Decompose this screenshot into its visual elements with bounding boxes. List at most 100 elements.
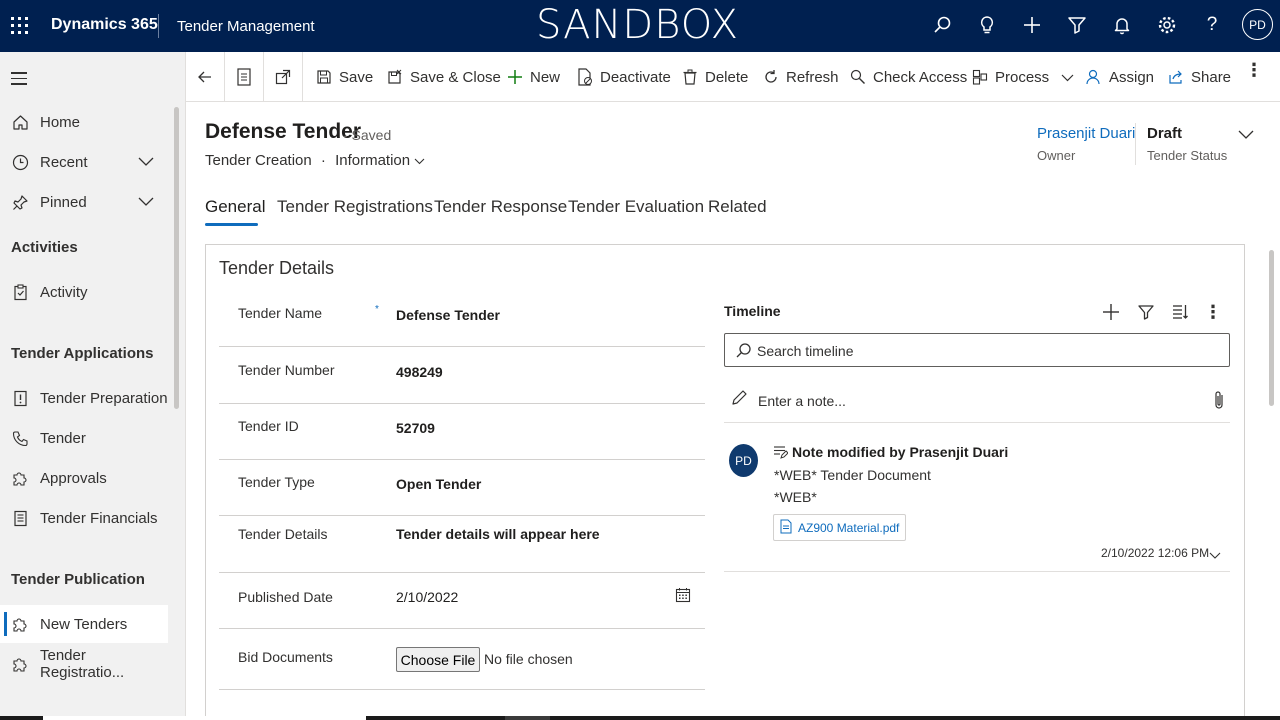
form-name[interactable]: Information [335, 152, 410, 169]
add-icon[interactable] [1101, 302, 1121, 322]
refresh-button[interactable]: Refresh [762, 66, 839, 88]
menu-toggle-icon[interactable] [11, 72, 27, 89]
share-button[interactable]: Share [1167, 66, 1231, 88]
sidebar-item-home[interactable]: Home [0, 103, 168, 141]
bell-icon[interactable] [1109, 12, 1135, 38]
app-name[interactable]: Tender Management [177, 18, 315, 35]
brand-name[interactable]: Dynamics 365 [51, 16, 158, 34]
more-commands-icon[interactable]: ⋮ [1245, 61, 1263, 88]
user-avatar[interactable]: PD [1242, 9, 1273, 40]
puzzle-icon [11, 655, 29, 673]
tab-tender-response[interactable]: Tender Response [434, 197, 567, 217]
required-indicator: * [375, 304, 379, 315]
process-button[interactable]: Process [971, 66, 1074, 88]
sidebar-item-label: Tender Preparation [40, 389, 168, 407]
form-view-button[interactable] [225, 52, 264, 102]
attachment-name[interactable]: AZ900 Material.pdf [798, 521, 899, 535]
save-button[interactable]: Save [315, 66, 373, 88]
field-value-date-input[interactable]: 2/10/2022 [396, 589, 458, 605]
field-tender-type: Tender Type Open Tender [219, 460, 705, 516]
paperclip-icon[interactable] [1213, 390, 1225, 415]
sidebar-scrollbar[interactable] [174, 107, 179, 409]
chevron-down-icon[interactable] [138, 194, 154, 211]
check-access-button[interactable]: Check Access [849, 66, 967, 88]
timeline-note-input[interactable]: Enter a note... [724, 383, 1230, 423]
sidebar-item-recent[interactable]: Recent [0, 143, 168, 181]
sidebar-item-tender-financials[interactable]: Tender Financials [0, 499, 168, 537]
timeline-search-input[interactable]: Search timeline [724, 333, 1230, 367]
sidebar-item-label: Tender Registratio... [40, 647, 125, 681]
entity-name: Tender Creation [205, 152, 312, 169]
status-value: Draft [1147, 125, 1183, 142]
file-icon [780, 519, 792, 537]
back-arrow-icon [198, 71, 211, 83]
tab-related[interactable]: Related [708, 197, 767, 217]
form-selector[interactable]: Tender Creation · Information [205, 152, 425, 169]
command-bar: Save Save & Close New Deactivate Delete … [186, 52, 1280, 102]
status-label: Tender Status [1147, 148, 1228, 163]
more-options-icon[interactable]: ⋮ [1203, 302, 1223, 322]
help-icon[interactable]: ? [1199, 12, 1225, 38]
field-value-input[interactable]: 52709 [396, 420, 435, 436]
field-label: Tender ID [238, 418, 299, 434]
field-label: Bid Documents [238, 649, 333, 665]
field-label: Tender Details [238, 526, 328, 542]
save-and-close-button[interactable]: Save & Close [386, 66, 501, 88]
owner-link[interactable]: Prasenjit Duari [1037, 125, 1135, 142]
open-new-window-button[interactable] [264, 52, 303, 102]
clock-icon [11, 153, 29, 171]
chevron-down-icon[interactable] [138, 154, 154, 171]
calendar-icon[interactable] [675, 587, 691, 608]
sidebar-item-tender-registrations[interactable]: Tender Registratio... [0, 645, 168, 683]
lightbulb-icon[interactable] [974, 12, 1000, 38]
sidebar-item-pinned[interactable]: Pinned [0, 183, 168, 221]
sidebar-item-activity[interactable]: Activity [0, 273, 168, 311]
assign-button[interactable]: Assign [1085, 66, 1154, 88]
tab-tender-evaluation[interactable]: Tender Evaluation [568, 197, 704, 217]
gear-icon[interactable] [1154, 12, 1180, 38]
app-launcher-icon[interactable] [11, 17, 29, 35]
tab-tender-registrations[interactable]: Tender Registrations [277, 197, 433, 217]
environment-label: SANDBOX [536, 2, 740, 48]
deactivate-icon [576, 68, 594, 86]
field-tender-name: Tender Name * Defense Tender [219, 290, 705, 347]
puzzle-icon [11, 615, 29, 633]
delete-button[interactable]: Delete [681, 66, 748, 88]
tab-general[interactable]: General [205, 197, 265, 217]
expand-header-chevron-icon[interactable] [1238, 127, 1254, 145]
field-value-textarea[interactable]: Tender details will appear here [396, 526, 600, 542]
main-scrollbar[interactable] [1269, 250, 1274, 406]
chevron-down-icon[interactable] [414, 152, 425, 169]
home-icon [11, 113, 29, 131]
filter-icon[interactable] [1064, 12, 1090, 38]
choose-file-button[interactable]: Choose File [396, 647, 480, 672]
brand-divider [158, 14, 159, 38]
timeline-entry-title: Note modified by Prasenjit Duari [792, 444, 1009, 460]
save-status: - Saved [343, 127, 392, 143]
header-divider [1135, 123, 1136, 165]
sidebar-item-label: Activity [40, 283, 88, 301]
sidebar-item-tender[interactable]: Tender [0, 419, 168, 457]
sidebar-item-new-tenders[interactable]: New Tenders [0, 605, 168, 643]
sidebar-item-approvals[interactable]: Approvals [0, 459, 168, 497]
attachment-link[interactable]: AZ900 Material.pdf [773, 514, 907, 541]
field-value-select[interactable]: Open Tender [396, 476, 481, 492]
save-close-icon [386, 68, 404, 86]
record-title: Defense Tender [205, 120, 361, 143]
field-value-input[interactable]: 498249 [396, 364, 443, 380]
field-tender-id: Tender ID 52709 [219, 404, 705, 460]
deactivate-button[interactable]: Deactivate [576, 66, 671, 88]
back-button[interactable] [186, 52, 225, 102]
sort-icon[interactable] [1170, 302, 1190, 322]
sidebar-group-title: Tender Publication [11, 571, 145, 588]
sidebar-item-tender-preparation[interactable]: Tender Preparation [0, 379, 168, 417]
add-icon[interactable] [1019, 12, 1045, 38]
new-button[interactable]: New [506, 66, 560, 88]
search-key-icon [849, 68, 867, 86]
field-value-input[interactable]: Defense Tender [396, 307, 500, 323]
filter-icon[interactable] [1136, 302, 1156, 322]
search-icon[interactable] [929, 12, 955, 38]
chevron-down-icon[interactable] [1209, 547, 1221, 565]
pop-out-icon [275, 69, 291, 85]
add-icon [506, 68, 524, 86]
